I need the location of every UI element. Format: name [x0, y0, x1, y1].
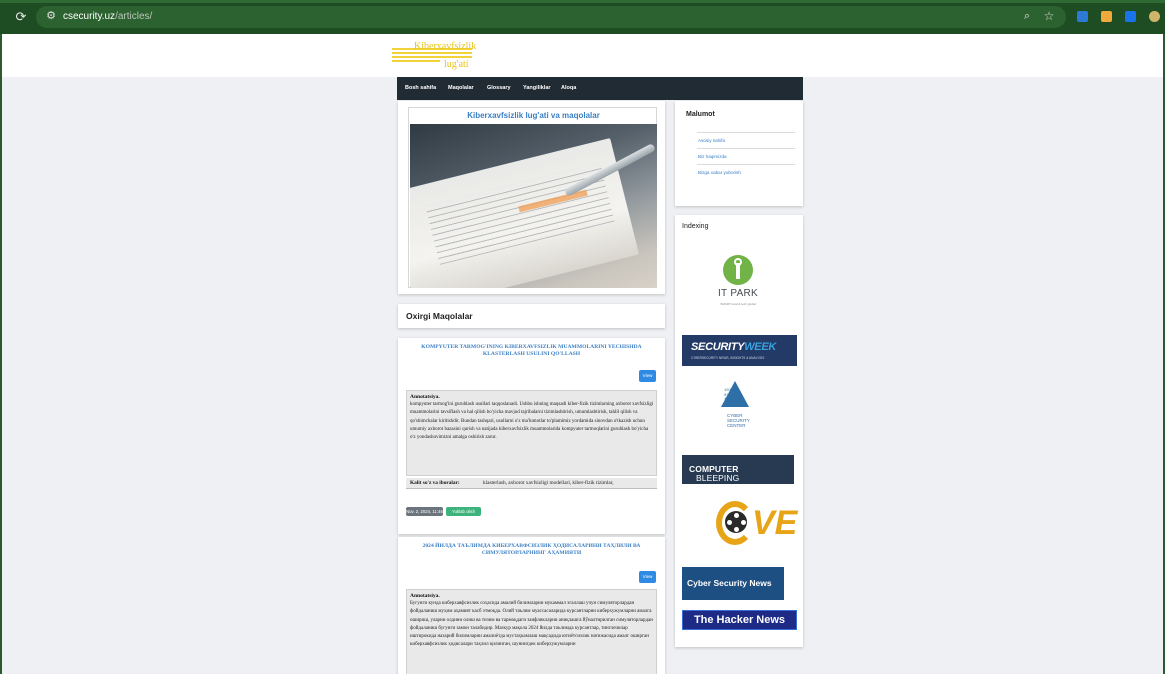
- securityweek-logo[interactable]: SECURITYWEEK CYBERSECURITY NEWS, INSIGHT…: [682, 335, 797, 366]
- main-navbar: Bosh sahifa Maqolalar Glossary Yangilikl…: [397, 77, 803, 100]
- reload-icon[interactable]: ⟳: [14, 10, 28, 24]
- itpark-logo-tagline: SMART local & tech global: [720, 302, 756, 306]
- csc-bits: 1010 0101 1010: [724, 389, 734, 402]
- browser-toolbar: ⟳ ⚙ csecurity.uz/articles/ ⌕ ☆: [0, 0, 1165, 34]
- article-card: 2024 ЙИЛДА ТАЪЛИМДА КИБЕРХАВФСИЗЛИК ҲОДИ…: [398, 537, 665, 674]
- url-host: csecurity.uz: [63, 11, 116, 22]
- itpark-logo-text: IT PARK: [717, 288, 759, 299]
- securityweek-tagline: CYBERSECURITY NEWS, INSIGHTS & ANALYSIS: [691, 356, 765, 360]
- cyber-security-news-logo[interactable]: Cyber Security News: [682, 567, 784, 600]
- reel-hole: [727, 520, 732, 525]
- csc-logo-text: CYBER SECURITY CENTER: [727, 413, 750, 428]
- info-sidebar-card: Malumot Asosiy sahifa Biz haqimizda Bizg…: [675, 101, 803, 206]
- abstract-heading: Annotatsiya.: [410, 593, 440, 599]
- reel-hole: [734, 513, 739, 518]
- abstract-box: Annotatsiya. Бугунги кунда киберхавфсизл…: [406, 589, 657, 674]
- sidebar-link-label: Biz haqimizda: [698, 154, 727, 159]
- hero-frame: Kiberxavfsizlik lug'ati va maqolalar: [408, 107, 657, 288]
- logo-line1: Kiberxavfsizlik: [414, 41, 477, 52]
- bleeping-word-a: BLEEPING: [696, 473, 740, 483]
- download-badge[interactable]: Yuklab olish: [446, 507, 481, 516]
- keywords-label: Kalit so'z va iboralar:: [410, 480, 460, 486]
- abstract-text: Бугунги кунда киберхавфсизлик соҳасида а…: [410, 601, 653, 648]
- sidebar-link[interactable]: Biz haqimizda: [697, 148, 795, 164]
- zoom-icon[interactable]: ⌕: [1020, 9, 1034, 23]
- url-text[interactable]: csecurity.uz/articles/: [63, 11, 152, 22]
- reel-hole: [734, 527, 739, 532]
- securityweek-word-b: WEEK: [744, 341, 777, 353]
- securityweek-word-a: SECURITY: [691, 341, 745, 353]
- tab-strip: [0, 0, 1165, 3]
- keywords-row: Kalit so'z va iboralar: klasterlash, axb…: [406, 478, 657, 489]
- article-title[interactable]: KOMPYUTER TARMOG'INING KIBERXAVFSIZLIK M…: [406, 344, 657, 358]
- film-reel-icon: [725, 511, 747, 533]
- url-path: /articles/: [115, 11, 153, 22]
- bleepingcomputer-wordmark: BLEEPING COMPUTER: [689, 464, 739, 483]
- hero-image: [410, 124, 657, 288]
- view-button[interactable]: View: [639, 370, 656, 382]
- indexing-heading: Indexing: [682, 223, 709, 230]
- profile-avatar-icon[interactable]: [1149, 11, 1160, 22]
- cve-wordmark: VE: [752, 504, 798, 542]
- address-bar[interactable]: [36, 6, 1066, 28]
- nav-articles[interactable]: Maqolalar: [448, 85, 474, 91]
- hero-card: Kiberxavfsizlik lug'ati va maqolalar: [398, 101, 665, 294]
- bookmark-star-icon[interactable]: ☆: [1042, 9, 1056, 23]
- thn-wordmark: The Hacker News: [693, 614, 786, 626]
- nav-glossary[interactable]: Glossary: [487, 85, 511, 91]
- cyber-security-center-logo[interactable]: 1010 0101 1010 CYBER SECURITY CENTER: [721, 381, 761, 431]
- view-button[interactable]: View: [639, 571, 656, 583]
- itpark-logo[interactable]: IT PARK SMART local & tech global: [713, 255, 763, 311]
- sidebar-link[interactable]: Asosiy sahifa: [697, 132, 795, 148]
- site-logo[interactable]: Kiberxavfsizlik lug'ati: [392, 40, 478, 72]
- bleepingcomputer-logo[interactable]: BLEEPING COMPUTER: [682, 455, 794, 484]
- extension-orange-icon[interactable]: [1101, 11, 1112, 22]
- article-title[interactable]: 2024 ЙИЛДА ТАЪЛИМДА КИБЕРХАВФСИЗЛИК ҲОДИ…: [406, 543, 657, 557]
- latest-articles-heading-card: Oxirgi Maqolalar: [398, 304, 665, 328]
- logo-stripe: [392, 60, 440, 62]
- securityweek-wordmark: SECURITYWEEK: [691, 341, 776, 353]
- logo-stripe: [392, 56, 472, 58]
- date-badge: Nov. 2, 2024, 11:46 a.m.: [406, 507, 453, 516]
- keywords-text: klasterlash, axborot xavfsizligi modella…: [483, 480, 614, 486]
- sidebar-link-label: Asosiy sahifa: [698, 138, 726, 143]
- csn-wordmark: Cyber Security News: [687, 578, 772, 588]
- nav-news[interactable]: Yangiliklar: [523, 85, 551, 91]
- logo-line2: lug'ati: [444, 59, 469, 70]
- abstract-box: Annotatsiya. kompyuter tarmog'ini guruhl…: [406, 390, 657, 476]
- info-heading: Malumot: [686, 111, 715, 118]
- abstract-heading: Annotatsiya.: [410, 394, 440, 400]
- latest-articles-heading: Oxirgi Maqolalar: [406, 311, 473, 321]
- article-card: KOMPYUTER TARMOG'INING KIBERXAVFSIZLIK M…: [398, 338, 665, 534]
- itpark-emblem-dot: [734, 258, 742, 266]
- logo-stripe: [392, 52, 472, 54]
- cve-logo[interactable]: VE: [716, 499, 797, 549]
- the-hacker-news-logo[interactable]: The Hacker News: [682, 610, 797, 630]
- nav-contact[interactable]: Aloqa: [561, 85, 576, 91]
- indexing-sidebar-card: Indexing IT PARK SMART local & tech glob…: [675, 215, 803, 647]
- sidebar-link[interactable]: Bizga xabar yuborish: [697, 164, 795, 180]
- reel-hole: [741, 520, 746, 525]
- site-header: Kiberxavfsizlik lug'ati: [2, 34, 1163, 77]
- page-viewport: Kiberxavfsizlik lug'ati Bosh sahifa Maqo…: [2, 34, 1163, 674]
- sidebar-link-label: Bizga xabar yuborish: [698, 170, 741, 175]
- nav-home[interactable]: Bosh sahifa: [405, 85, 436, 91]
- extension-translate-icon[interactable]: [1077, 11, 1088, 22]
- hero-title: Kiberxavfsizlik lug'ati va maqolalar: [467, 111, 600, 120]
- extension-blue-icon[interactable]: [1125, 11, 1136, 22]
- site-info-icon[interactable]: ⚙: [44, 9, 58, 23]
- abstract-text: kompyuter tarmog'ini guruhlash usullari …: [410, 402, 654, 441]
